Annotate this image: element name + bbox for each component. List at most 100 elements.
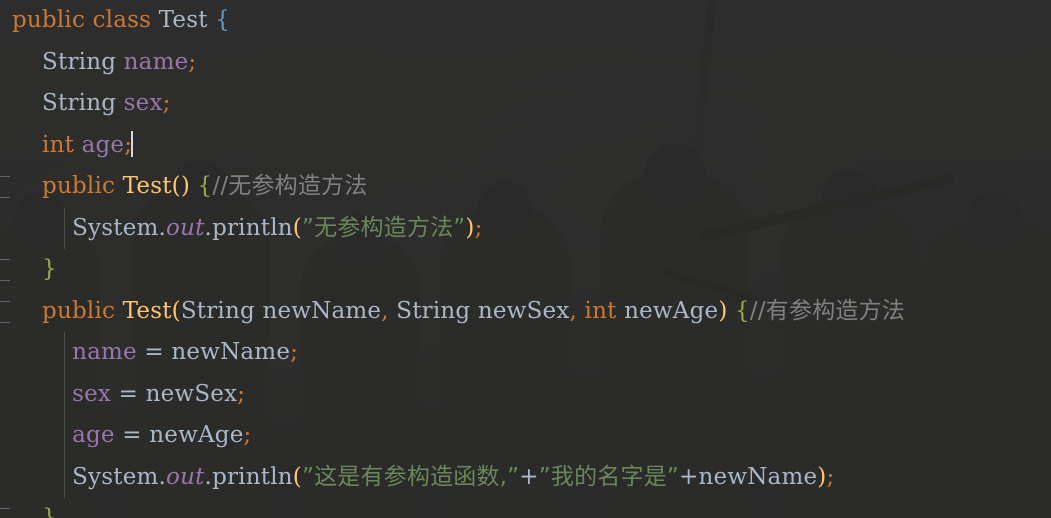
code-token-param: newAge (149, 422, 244, 448)
code-line[interactable]: } (0, 249, 1051, 291)
code-token-semi: ; (237, 380, 246, 407)
code-token-str: ”这是有参构造函数,” (301, 463, 520, 490)
code-token-ctor: Test (122, 297, 172, 324)
code-token-param: newName (262, 297, 382, 324)
code-token-paren: ) (465, 214, 475, 241)
code-token-type: String (396, 297, 471, 324)
code-token-plain: System (72, 463, 159, 490)
code-line-text: public Test(String newName, String newSe… (0, 291, 905, 333)
code-token-op: = (144, 339, 164, 365)
code-token-kw: class (92, 7, 152, 33)
code-token-str: ”无参构造方法” (301, 214, 466, 241)
code-token-field: sex (123, 90, 163, 116)
code-line[interactable]: System.out.println(”这是有参构造函数,”+”我的名字是”+n… (0, 456, 1051, 499)
code-token-paren: ( (171, 297, 181, 324)
code-line-text: String sex; (0, 83, 171, 125)
code-editor-window[interactable]: public class Test { String name; String … (0, 0, 1051, 518)
code-token-plain: println (212, 463, 293, 490)
code-line[interactable]: String sex; (0, 83, 1051, 125)
code-token-semi: ; (243, 422, 252, 448)
code-line-text: public Test() {//无参构造方法 (0, 166, 367, 208)
code-token-kw: public (42, 297, 116, 324)
code-token-cls: Test (158, 7, 208, 33)
code-token-semi: ; (474, 214, 483, 241)
code-token-op: = (122, 422, 142, 448)
code-token-brace-g: { (735, 297, 750, 324)
code-line[interactable]: int age; (0, 125, 1051, 167)
code-line-text: System.out.println(”无参构造方法”); (0, 208, 483, 250)
code-token-field: sex (72, 380, 112, 407)
code-token-plain: . (204, 214, 213, 241)
code-line[interactable]: sex = newSex; (0, 373, 1051, 416)
code-token-plain: System (72, 214, 159, 241)
code-token-plain: . (158, 214, 167, 241)
code-token-cmt: //无参构造方法 (212, 173, 368, 199)
code-line[interactable]: public class Test { (0, 0, 1051, 42)
code-line[interactable]: name = newName; (0, 332, 1051, 374)
code-token-cmt: //有参构造方法 (749, 297, 905, 324)
code-token-plain: println (212, 214, 293, 241)
code-line-text: System.out.println(”这是有参构造函数,”+”我的名字是”+n… (0, 457, 834, 499)
code-token-paren: ) (718, 297, 728, 324)
code-line[interactable]: public Test(String newName, String newSe… (0, 291, 1051, 333)
code-token-semi: ; (188, 48, 197, 75)
code-token-kw: public (42, 173, 116, 199)
code-line-text: name = newName; (0, 332, 298, 374)
code-token-field: name (72, 339, 137, 365)
code-token-paren: ( (292, 214, 302, 241)
code-token-semi: ; (162, 90, 171, 116)
code-token-semi: , (569, 297, 578, 324)
code-line-text: String name; (0, 42, 196, 84)
code-token-kw: int (42, 131, 75, 158)
code-token-type: String (180, 297, 255, 324)
code-line-text: int age; (0, 125, 134, 167)
code-token-staticf: out (166, 214, 205, 241)
code-line-text: age = newAge; (0, 415, 251, 457)
code-token-paren: ( (292, 463, 302, 490)
code-area[interactable]: public class Test { String name; String … (0, 0, 1051, 518)
code-line[interactable]: age = newAge; (0, 415, 1051, 457)
code-token-param: newSex (145, 380, 238, 407)
text-caret (131, 130, 134, 157)
code-token-semi: ; (826, 463, 835, 490)
code-token-brace-g: { (197, 173, 213, 199)
code-token-semi: ; (290, 339, 299, 365)
code-line-text: } (0, 498, 57, 518)
code-token-op: + (679, 463, 699, 490)
code-token-field: name (123, 48, 189, 75)
code-token-str: ”我的名字是” (538, 463, 680, 490)
code-token-brace-g: } (42, 505, 57, 518)
code-token-plain: . (204, 463, 213, 490)
code-line[interactable]: } (0, 498, 1051, 518)
code-token-staticf: out (166, 463, 205, 490)
code-token-type: String (42, 48, 117, 75)
code-token-field: age (72, 422, 115, 448)
code-line-text: public class Test { (0, 0, 230, 42)
code-line[interactable]: System.out.println(”无参构造方法”); (0, 207, 1051, 250)
code-line[interactable]: public Test() {//无参构造方法 (0, 166, 1051, 208)
code-line-text: sex = newSex; (0, 374, 245, 416)
code-token-ctor: Test (122, 173, 172, 199)
code-token-param: newAge (624, 297, 719, 324)
code-token-param: newName (171, 339, 291, 365)
code-token-semi: , (381, 297, 389, 324)
code-line[interactable]: String name; (0, 42, 1051, 84)
code-token-brace-g: } (42, 256, 57, 282)
